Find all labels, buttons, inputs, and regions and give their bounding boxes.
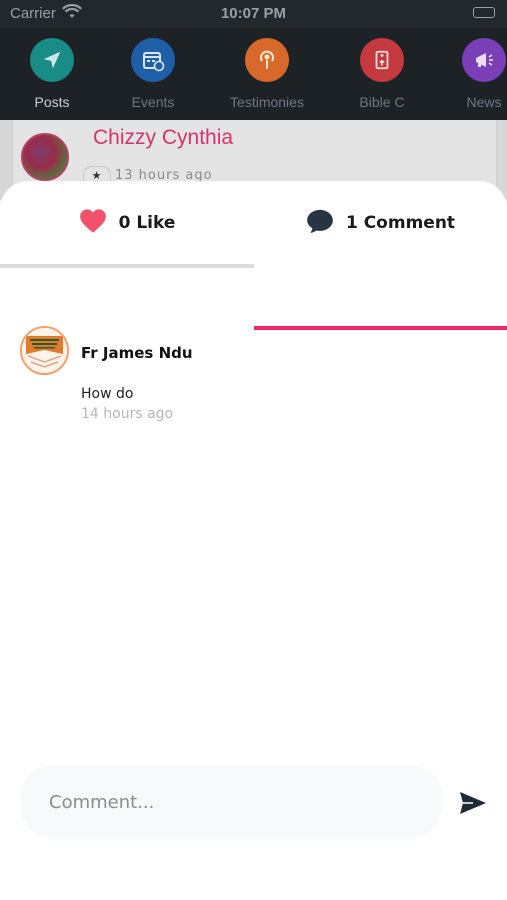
nav-label: News [466,94,502,110]
avatar[interactable] [21,133,69,181]
category-nav: Posts Events Testimonies Bible C News [0,28,507,120]
nav-item-posts[interactable]: Posts [2,38,102,110]
battery-icon [473,7,495,18]
nav-item-news[interactable]: News [434,38,507,110]
comment-count-label: 1 Comment [345,213,456,233]
nav-label: Events [131,94,175,110]
comment-author[interactable]: Fr James Ndu [81,344,193,362]
avatar[interactable] [20,326,69,375]
comment-text: How do [81,386,134,402]
status-bar: Carrier 10:07 PM [0,0,507,28]
clock: 10:07 PM [220,5,287,22]
nav-item-bible[interactable]: Bible C [332,38,432,110]
reactions-sheet: 0 Like 1 Comment Fr James Ndu How do 14 … [0,181,507,900]
megaphone-icon [462,38,506,82]
reaction-tabs: 0 Like 1 Comment [0,181,507,330]
send-icon [460,792,486,814]
nav-label: Testimonies [230,94,304,110]
heart-icon [79,208,107,239]
bible-icon [360,38,404,82]
tab-likes[interactable]: 0 Like [0,203,254,243]
nav-item-events[interactable]: Events [103,38,203,110]
tab-indicator-inactive [0,264,254,268]
nav-label: Bible C [359,94,405,110]
tab-indicator-active [254,326,507,330]
comment-bubble-icon [306,208,334,239]
like-count-label: 0 Like [118,213,176,233]
send-button[interactable] [456,786,490,820]
post-author[interactable]: Chizzy Cynthia [93,126,233,150]
tab-comments[interactable]: 1 Comment [254,203,507,243]
comment-input[interactable] [21,766,442,838]
paper-plane-icon [30,38,74,82]
comment-timestamp: 14 hours ago [81,406,174,422]
nav-label: Posts [34,94,70,110]
calendar-icon [131,38,175,82]
nav-item-testimonies[interactable]: Testimonies [217,38,317,110]
podcast-icon [245,38,289,82]
